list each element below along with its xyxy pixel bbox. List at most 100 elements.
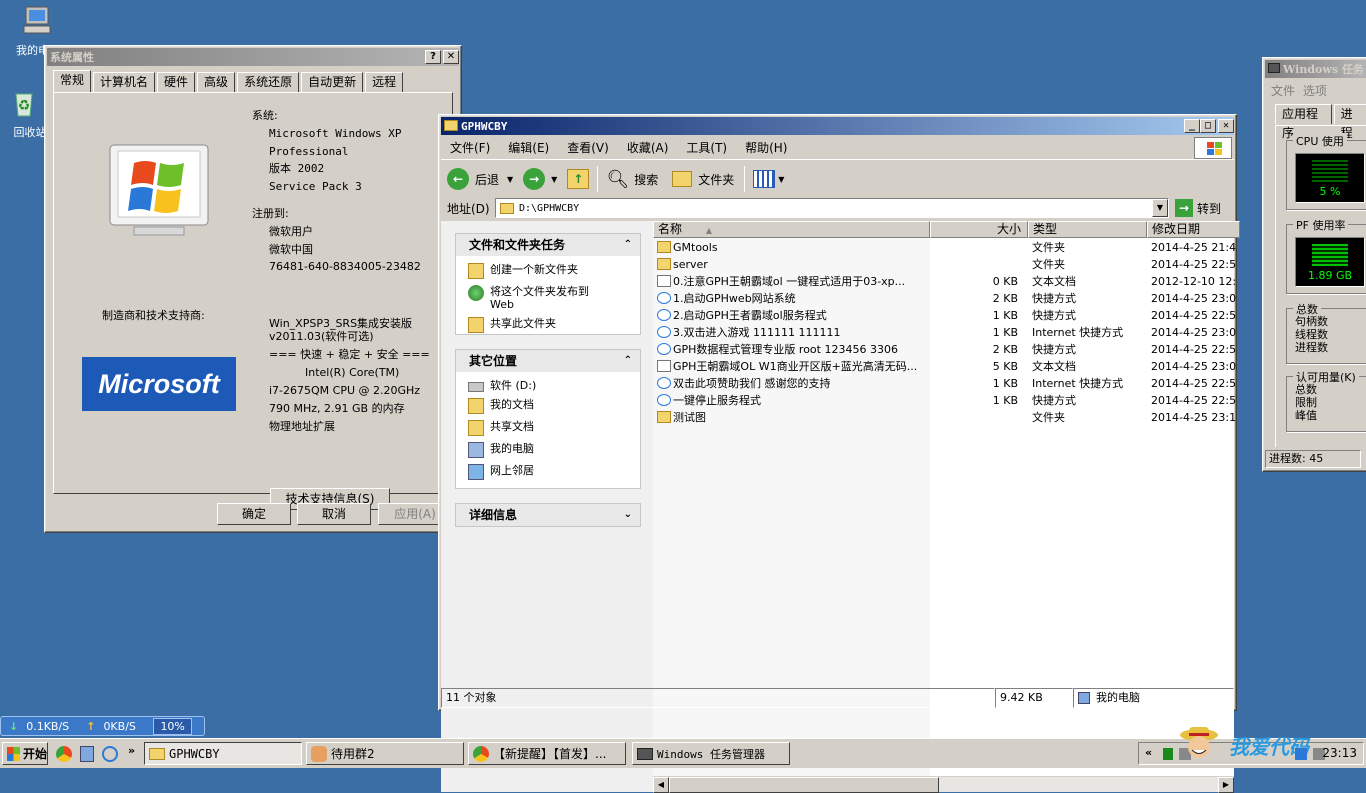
file-row[interactable]: 测试图 文件夹 2014-4-25 23:1	[653, 409, 1236, 426]
tab-system-restore[interactable]: 系统还原	[237, 72, 300, 92]
dropdown-arrow-icon[interactable]: ▼	[1152, 199, 1168, 217]
address-input[interactable]: D:\GPHWCBY ▼	[495, 198, 1169, 218]
tab-hardware[interactable]: 硬件	[157, 72, 196, 92]
place-drive-d[interactable]: 软件 (D:)	[456, 376, 640, 395]
tab-processes[interactable]: 进程	[1333, 104, 1366, 140]
file-name: server	[673, 258, 708, 271]
tab-auto-update[interactable]: 自动更新	[301, 72, 364, 92]
task-new-folder[interactable]: 创建一个新文件夹	[456, 260, 640, 282]
menu-file[interactable]: 文件	[1271, 84, 1295, 98]
scroll-thumb[interactable]	[669, 777, 939, 793]
chevron-down-icon: ▼	[551, 174, 558, 184]
desktop-icon-label: 回收站	[13, 126, 47, 139]
column-header-modified[interactable]: 修改日期	[1147, 221, 1240, 238]
minimize-button[interactable]: _	[1184, 119, 1200, 133]
quicklaunch-more[interactable]: »	[128, 744, 135, 757]
close-button[interactable]: ✕	[1218, 119, 1234, 133]
column-header-type[interactable]: 类型	[1028, 221, 1147, 238]
collapse-icon[interactable]: ⌃	[624, 234, 632, 256]
close-button[interactable]: ✕	[443, 50, 459, 64]
tab-computer-name[interactable]: 计算机名	[93, 72, 156, 92]
quicklaunch-app-icon[interactable]	[80, 746, 94, 762]
task-button-qq-group[interactable]: 待用群2	[306, 742, 464, 765]
menu-favorites[interactable]: 收藏(A)	[618, 139, 678, 156]
shortcut-icon	[657, 394, 671, 406]
quicklaunch-chrome-icon[interactable]	[56, 746, 72, 762]
title-bar[interactable]: 系统属性 ? ✕	[47, 48, 459, 66]
folders-button[interactable]: 文件夹	[672, 171, 734, 188]
tray-meter-icon[interactable]	[1163, 748, 1173, 760]
cpu-usage-label: CPU 使用	[1293, 133, 1347, 149]
place-my-computer[interactable]: 我的电脑	[456, 439, 640, 461]
file-size: 1 KB	[992, 394, 1018, 407]
horizontal-scrollbar[interactable]: ◀ ▶	[653, 776, 1234, 793]
tab-general[interactable]: 常规	[53, 70, 92, 93]
tray-network-icon[interactable]	[1295, 748, 1307, 760]
scroll-left-icon[interactable]: ◀	[653, 777, 669, 793]
file-size: 2 KB	[992, 343, 1018, 356]
system-label: 系统:	[252, 109, 278, 122]
scroll-right-icon[interactable]: ▶	[1218, 777, 1234, 793]
file-tasks-title: 文件和文件夹任务	[469, 238, 566, 252]
file-date: 2014-4-25 21:4	[1151, 241, 1237, 254]
column-header-name[interactable]: 名称 ▲	[653, 221, 930, 238]
file-row[interactable]: server 文件夹 2014-4-25 22:5	[653, 256, 1236, 273]
file-row[interactable]: 1.启动GPHweb网站系统 2 KB 快捷方式 2014-4-25 23:0	[653, 290, 1236, 307]
menu-view[interactable]: 查看(V)	[558, 139, 618, 156]
menu-tools[interactable]: 工具(T)	[677, 139, 736, 156]
upload-speed: 0KB/S	[103, 719, 136, 733]
menu-help[interactable]: 帮助(H)	[736, 139, 796, 156]
views-button[interactable]: ▼	[753, 170, 784, 188]
tab-advanced[interactable]: 高级	[197, 72, 236, 92]
start-button[interactable]: 开始	[2, 742, 48, 765]
folder-icon	[657, 241, 671, 253]
up-folder-icon[interactable]: ↑	[567, 169, 590, 189]
file-row[interactable]: GPH数据程式管理专业版 root 123456 3306 2 KB 快捷方式 201…	[653, 341, 1236, 358]
other-places-header[interactable]: 其它位置 ⌃	[456, 350, 640, 372]
help-button[interactable]: ?	[425, 50, 441, 64]
file-row[interactable]: 一键停止服务程式 1 KB 快捷方式 2014-4-25 22:5	[653, 392, 1236, 409]
desktop-icon-recycle-bin[interactable]: ♻ 回收站	[0, 86, 48, 140]
maximize-button[interactable]: □	[1200, 119, 1216, 133]
expand-icon[interactable]: ⌄	[624, 504, 632, 526]
network-meter[interactable]: ↓ 0.1KB/S ↑ 0KB/S 10%	[0, 716, 205, 736]
menu-options[interactable]: 选项	[1303, 84, 1327, 98]
go-button[interactable]: → 转到	[1175, 199, 1221, 217]
computer-icon	[468, 442, 484, 458]
file-row[interactable]: 3.双击进入游戏 111111 111111 1 KB Internet 快捷方式 2…	[653, 324, 1236, 341]
task-share-folder[interactable]: 共享此文件夹	[456, 314, 640, 336]
place-shared-documents[interactable]: 共享文档	[456, 417, 640, 439]
search-button[interactable]: 🔍︎ 搜索	[606, 169, 658, 190]
system-tray: « 我爱代码 23:13	[1138, 727, 1364, 765]
place-my-documents[interactable]: 我的文档	[456, 395, 640, 417]
tray-expand-button[interactable]: «	[1145, 746, 1152, 759]
clock[interactable]: 23:13	[1322, 746, 1357, 760]
file-row[interactable]: 双击此项赞助我们 感谢您的支持 1 KB Internet 快捷方式 2014-4-2…	[653, 375, 1236, 392]
cancel-button[interactable]: 取消	[297, 503, 371, 525]
title-bar[interactable]: GPHWCBY _ □ ✕	[441, 117, 1234, 135]
file-tasks-header[interactable]: 文件和文件夹任务 ⌃	[456, 234, 640, 256]
tab-remote[interactable]: 远程	[365, 72, 404, 92]
task-button-task-manager[interactable]: Windows 任务管理器	[632, 742, 790, 765]
tab-applications[interactable]: 应用程序	[1275, 104, 1332, 140]
ok-button[interactable]: 确定	[217, 503, 291, 525]
file-row[interactable]: GPH王朝霸域OL W1商业开区版+蓝光高清无码... 5 KB 文本文档 2014-…	[653, 358, 1236, 375]
folder-icon	[500, 202, 514, 214]
file-row[interactable]: 0.注意GPH王朝霸域ol 一键程式适用于03-xp... 0 KB 文本文档 201…	[653, 273, 1236, 290]
menu-edit[interactable]: 编辑(E)	[499, 139, 558, 156]
place-network[interactable]: 网上邻居	[456, 461, 640, 483]
column-header-size[interactable]: 大小	[930, 221, 1028, 238]
back-button[interactable]: ← 后退 ▼	[447, 168, 513, 190]
task-button-explorer[interactable]: GPHWCBY	[144, 742, 302, 765]
task-button-browser[interactable]: 【新提醒】【首发】...	[468, 742, 626, 765]
usage-percent: 10%	[153, 717, 192, 735]
collapse-icon[interactable]: ⌃	[624, 350, 632, 372]
menu-file[interactable]: 文件(F)	[441, 139, 499, 156]
title-bar[interactable]: Windows 任务	[1265, 60, 1366, 78]
forward-button[interactable]: → ▼	[523, 168, 557, 190]
file-row[interactable]: GMtools 文件夹 2014-4-25 21:4	[653, 239, 1237, 256]
details-header[interactable]: 详细信息 ⌄	[456, 504, 640, 526]
file-row[interactable]: 2.启动GPH王者霸域ol服务程式 1 KB 快捷方式 2014-4-25 22:5	[653, 307, 1236, 324]
quicklaunch-ie-icon[interactable]	[102, 746, 118, 762]
task-publish-web[interactable]: 将这个文件夹发布到 Web	[456, 282, 640, 314]
